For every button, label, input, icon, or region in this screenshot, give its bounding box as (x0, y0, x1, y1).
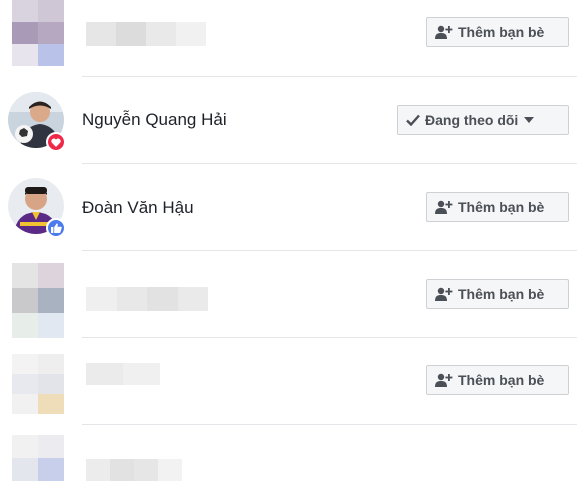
list-item: Thêm bạn bè (0, 0, 577, 76)
pixelated-avatar (12, 354, 64, 414)
pixelated-avatar (12, 0, 64, 68)
person-plus-icon (435, 373, 453, 387)
pixelated-avatar (12, 435, 64, 482)
list-item: Thêm bạn bè (0, 251, 577, 339)
pixelated-name (86, 287, 208, 311)
add-friend-label: Thêm bạn bè (458, 199, 545, 215)
add-friend-button[interactable]: Thêm bạn bè (426, 365, 569, 395)
pixelated-name (86, 459, 182, 481)
add-friend-button[interactable]: Thêm bạn bè (426, 192, 569, 222)
following-label: Đang theo dõi (425, 112, 519, 128)
person-plus-icon (435, 25, 453, 39)
friend-list: Thêm bạn bè Nguyễn Quang Hải Đang theo d (0, 0, 577, 482)
heart-reaction-icon (46, 132, 66, 152)
add-friend-label: Thêm bạn bè (458, 372, 545, 388)
following-button[interactable]: Đang theo dõi (397, 105, 569, 135)
caret-down-icon (524, 117, 535, 123)
list-item: Đoàn Văn Hậu Thêm bạn bè (0, 164, 577, 250)
check-icon (406, 114, 420, 126)
list-item (0, 425, 577, 482)
list-item: Nguyễn Quang Hải Đang theo dõi (0, 77, 577, 163)
like-reaction-icon (46, 218, 66, 238)
add-friend-button[interactable]: Thêm bạn bè (426, 279, 569, 309)
add-friend-label: Thêm bạn bè (458, 24, 545, 40)
pixelated-avatar (12, 263, 64, 339)
person-plus-icon (435, 200, 453, 214)
add-friend-button[interactable]: Thêm bạn bè (426, 17, 569, 47)
pixelated-name (86, 22, 206, 46)
list-item: Thêm bạn bè (0, 338, 577, 424)
friend-name[interactable]: Nguyễn Quang Hải (82, 110, 227, 130)
add-friend-label: Thêm bạn bè (458, 286, 545, 302)
pixelated-name (86, 363, 160, 385)
friend-name[interactable]: Đoàn Văn Hậu (82, 198, 194, 218)
person-plus-icon (435, 287, 453, 301)
